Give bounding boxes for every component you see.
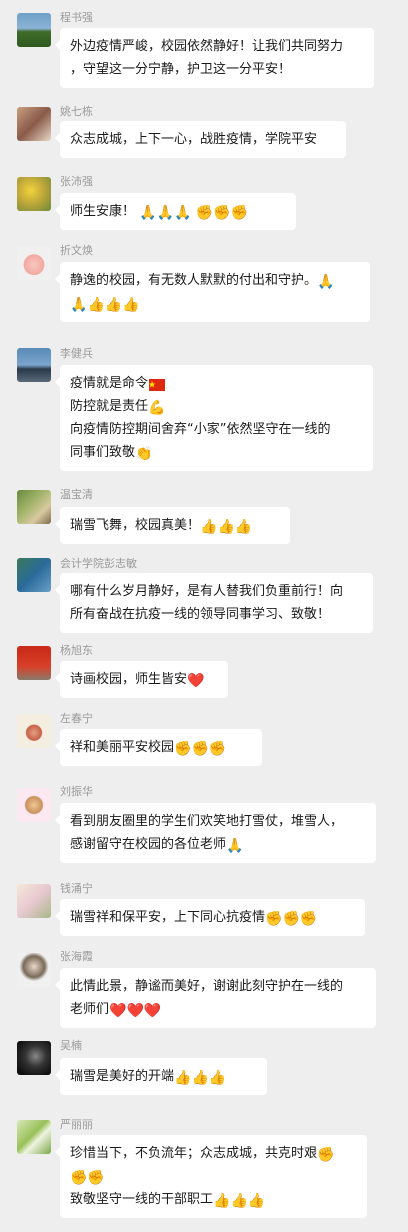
message-line: 疫情就是命令: [70, 372, 364, 395]
thumbs-up-icon: 👍👍👍: [200, 519, 253, 535]
sender-name: 李健兵: [60, 347, 93, 360]
message-line: 瑞雪祥和保平安，上下同心抗疫情✊✊✊: [70, 910, 318, 927]
message-bubble[interactable]: 珍惜当下，不负流年；众志成城，共克时艰✊ ✊✊ 致敬坚守一线的干部职工👍👍👍: [55, 1135, 367, 1218]
message-line: 众志成城，上下一心，战胜疫情，学院平安: [70, 132, 318, 147]
sender-name: 会计学院彭志敏: [60, 557, 137, 570]
muscle-icon: 💪: [148, 400, 166, 416]
message-bubble[interactable]: 静逸的校园，有无数人默默的付出和守护。🙏 🙏👍👍👍: [55, 262, 370, 322]
message-line: 外边疫情严峻，校园依然静好！让我们共同努力: [70, 39, 344, 54]
message-bubble[interactable]: 疫情就是命令 防控就是责任💪 向疫情防控期间舍弃“小家”依然坚守在一线的 同事们…: [55, 365, 373, 471]
message-line: 看到朋友圈里的学生们欢笑地打雪仗，堆雪人，: [70, 814, 344, 829]
folded-hands-icon: 🙏: [226, 838, 244, 854]
fist-icon: ✊✊: [70, 1170, 105, 1186]
message-line: 老师们❤️❤️❤️: [70, 1002, 162, 1019]
sender-name: 温宝清: [60, 488, 93, 501]
message-line: 所有奋战在抗疫一线的领导同事学习、致敬！: [70, 607, 331, 622]
fist-icon: ✊✊✊: [174, 741, 227, 757]
message-line: 静逸的校园，有无数人默默的付出和守护。🙏: [70, 273, 335, 290]
message-line: ，守望这一分宁静，护卫这一分平安！: [70, 62, 292, 77]
avatar[interactable]: [17, 13, 51, 47]
sender-name: 姚七栋: [60, 105, 93, 118]
avatar[interactable]: [17, 646, 51, 680]
message-line: 祥和美丽平安校园✊✊✊: [70, 740, 227, 757]
sender-name: 程书强: [60, 11, 93, 24]
message-bubble[interactable]: 看到朋友圈里的学生们欢笑地打雪仗，堆雪人， 感谢留守在校园的各位老师🙏: [55, 803, 376, 863]
avatar[interactable]: [17, 1120, 51, 1154]
sender-name: 张沛强: [60, 175, 93, 188]
message-bubble[interactable]: 诗画校园，师生皆安❤️: [55, 661, 228, 698]
avatar[interactable]: [17, 953, 51, 987]
message-line: 瑞雪飞舞，校园真美！👍👍👍: [70, 518, 253, 535]
message-bubble[interactable]: 众志成城，上下一心，战胜疫情，学院平安: [55, 121, 346, 158]
clap-icon: 👏: [135, 446, 153, 462]
avatar[interactable]: [17, 246, 51, 280]
message-bubble[interactable]: 此情此景，静谧而美好，谢谢此刻守护在一线的 老师们❤️❤️❤️: [55, 968, 376, 1028]
message-line: 同事们致敬👏: [70, 445, 153, 462]
message-bubble[interactable]: 瑞雪飞舞，校园真美！👍👍👍: [55, 507, 290, 544]
message-bubble[interactable]: 师生安康！ 🙏🙏🙏 ✊✊✊: [55, 193, 296, 230]
message-line: 防控就是责任💪: [70, 399, 166, 416]
fist-icon: ✊✊✊: [195, 205, 248, 221]
message-line: 致敬坚守一线的干部职工👍👍👍: [70, 1192, 266, 1209]
message-line: 哪有什么岁月静好，是有人替我们负重前行！向: [70, 584, 344, 599]
avatar[interactable]: [17, 714, 51, 748]
sender-name: 钱涌宁: [60, 882, 93, 895]
folded-hands-icon: 🙏🙏🙏: [139, 205, 192, 221]
message-bubble[interactable]: 哪有什么岁月静好，是有人替我们负重前行！向 所有奋战在抗疫一线的领导同事学习、致…: [55, 573, 373, 633]
fist-icon: ✊: [317, 1147, 335, 1163]
flag-icon: [148, 376, 166, 394]
avatar[interactable]: [17, 177, 51, 211]
message-line: 此情此景，静谧而美好，谢谢此刻守护在一线的: [70, 979, 344, 994]
folded-hands-icon: 🙏: [317, 274, 335, 290]
avatar[interactable]: [17, 884, 51, 918]
heart-icon: ❤️❤️❤️: [109, 1003, 162, 1019]
folded-hands-icon: 🙏: [70, 297, 88, 313]
message-line: 师生安康！ 🙏🙏🙏 ✊✊✊: [70, 204, 248, 221]
thumbs-up-icon: 👍👍👍: [174, 1070, 227, 1086]
message-line: 瑞雪是美好的开端👍👍👍: [70, 1069, 227, 1086]
avatar[interactable]: [17, 348, 51, 382]
heart-icon: ❤️: [187, 673, 205, 689]
message-line: 向疫情防控期间舍弃“小家”依然坚守在一线的: [70, 422, 331, 437]
thumbs-up-icon: 👍👍👍: [213, 1193, 266, 1209]
message-bubble[interactable]: 祥和美丽平安校园✊✊✊: [55, 729, 262, 766]
sender-name: 吴楠: [60, 1039, 82, 1052]
sender-name: 严丽丽: [60, 1118, 93, 1131]
message-line: 感谢留守在校园的各位老师🙏: [70, 837, 244, 854]
message-bubble[interactable]: 瑞雪祥和保平安，上下同心抗疫情✊✊✊: [55, 899, 365, 936]
avatar[interactable]: [17, 788, 51, 822]
avatar[interactable]: [17, 107, 51, 141]
message-line: 珍惜当下，不负流年；众志成城，共克时艰✊: [70, 1146, 335, 1163]
sender-name: 折文焕: [60, 244, 93, 257]
message-bubble[interactable]: 外边疫情严峻，校园依然静好！让我们共同努力 ，守望这一分宁静，护卫这一分平安！: [55, 28, 374, 88]
message-line: 🙏👍👍👍: [70, 292, 361, 315]
sender-name: 刘振华: [60, 785, 93, 798]
message-line: 诗画校园，师生皆安❤️: [70, 672, 205, 689]
avatar[interactable]: [17, 1041, 51, 1075]
message-bubble[interactable]: 瑞雪是美好的开端👍👍👍: [55, 1058, 267, 1095]
thumbs-up-icon: 👍👍👍: [87, 297, 140, 313]
sender-name: 杨旭东: [60, 644, 93, 657]
message-line: ✊✊: [70, 1165, 358, 1188]
fist-icon: ✊✊✊: [265, 911, 318, 927]
avatar[interactable]: [17, 490, 51, 524]
sender-name: 左春宁: [60, 712, 93, 725]
sender-name: 张海霞: [60, 950, 93, 963]
avatar[interactable]: [17, 558, 51, 592]
